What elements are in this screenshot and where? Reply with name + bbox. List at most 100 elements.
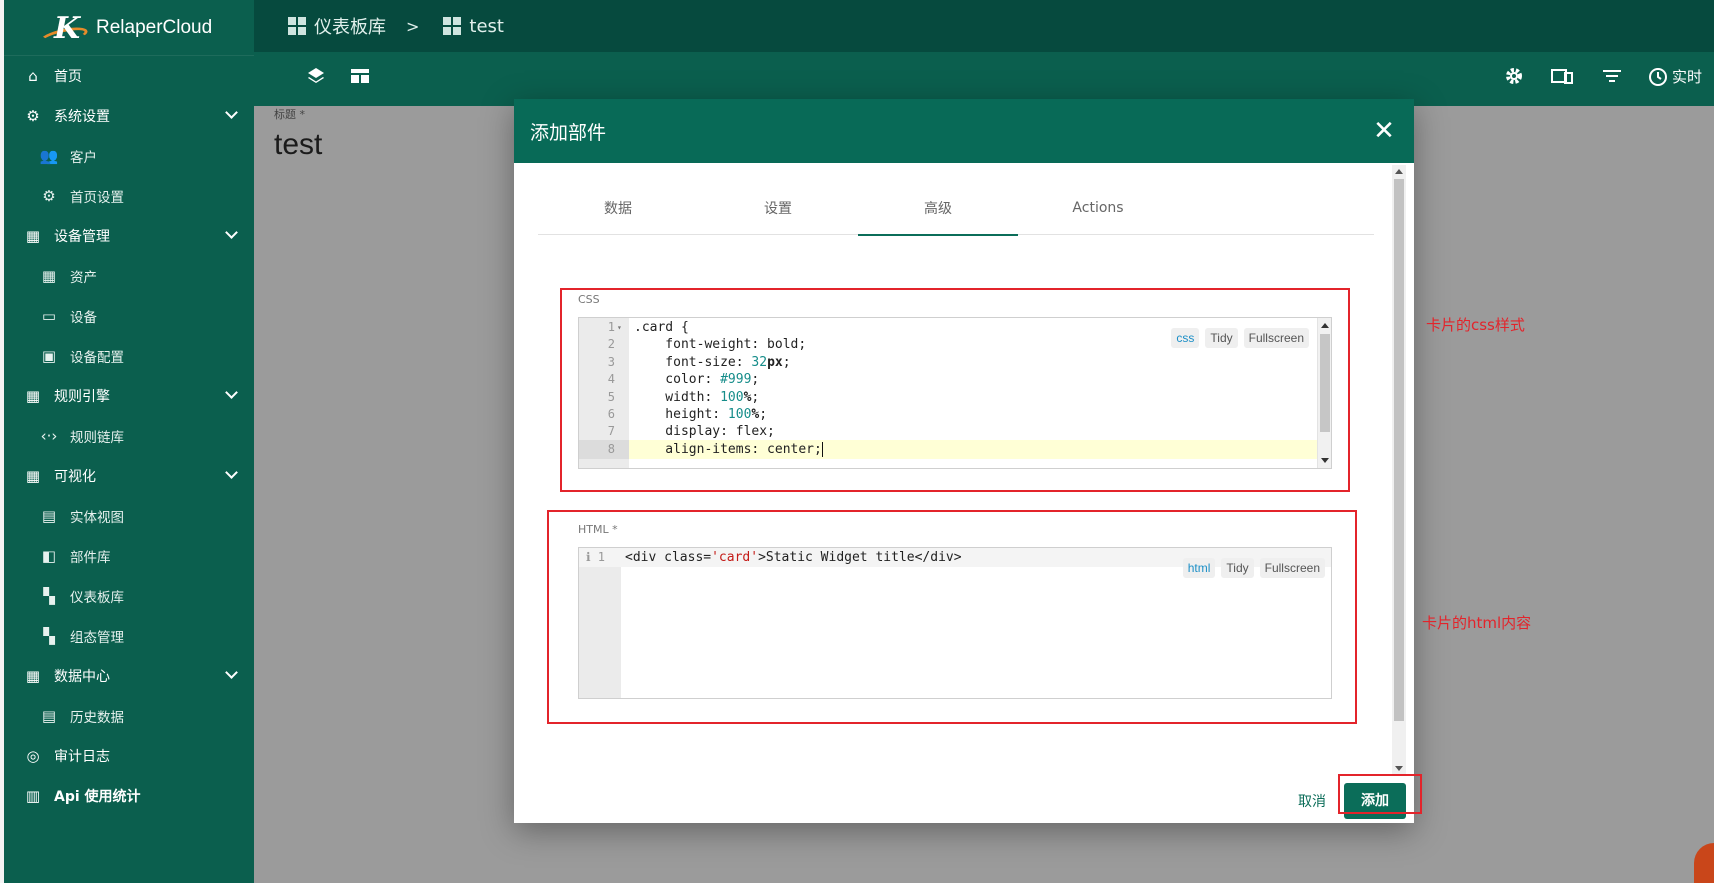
building-icon: ▦ [25, 387, 41, 405]
sidebar-item[interactable]: ▦ 规则引擎 [4, 376, 254, 416]
tab[interactable]: 数据 [538, 181, 698, 235]
breadcrumb-root[interactable]: 仪表板库 [314, 13, 386, 39]
sidebar-item[interactable]: ▣ 设备配置 [4, 336, 254, 376]
sidebar-item[interactable]: ▦ 资产 [4, 256, 254, 296]
cancel-button[interactable]: 取消 [1284, 785, 1340, 819]
sidebar-item-label: 仪表板库 [70, 590, 124, 606]
dashboard-title: test [274, 128, 323, 161]
tab[interactable]: Actions [1018, 181, 1178, 235]
top-bar: 仪表板库 > test 实时 [254, 0, 1714, 106]
dialog-tabs: 数据 设置 高级 Actions [538, 181, 1374, 236]
settings-box-icon: ⚙ [42, 187, 56, 205]
logo-icon: K [39, 9, 90, 48]
sidebar-item-label: 可视化 [54, 469, 96, 485]
dashboard-icon: ▚ [43, 587, 55, 605]
sidebar-item-label: 客户 [70, 150, 97, 166]
sidebar-item[interactable]: ▭ 设备 [4, 296, 254, 336]
chevron-down-icon[interactable] [225, 466, 238, 479]
view-icon: ▤ [41, 507, 57, 525]
sidebar-item-label: 设备配置 [70, 350, 124, 366]
dashboard-toolbar: 实时 [254, 52, 1714, 106]
sidebar-item-label: 首页 [54, 69, 82, 85]
close-icon[interactable]: ✕ [1368, 115, 1400, 147]
app-logo[interactable]: K RelaperCloud [0, 0, 254, 56]
chevron-down-icon[interactable] [225, 386, 238, 399]
sidebar-item-label: 规则链库 [70, 430, 124, 446]
filter-icon[interactable] [1602, 66, 1622, 91]
html-annotation: 卡片的html内容 [1422, 614, 1532, 632]
sidebar-item[interactable]: ◎ 审计日志 [4, 736, 254, 776]
dialog-header: 添加部件 ✕ [514, 99, 1414, 163]
sidebar-item-label: 组态管理 [70, 630, 124, 646]
sidebar-item-label: 审计日志 [54, 749, 110, 765]
gear-icon: ⚙ [26, 107, 40, 125]
dialog-title: 添加部件 [530, 121, 607, 144]
app-name: RelaperCloud [96, 16, 213, 38]
users-icon: 👥 [39, 147, 59, 165]
layout-icon[interactable] [350, 66, 370, 91]
css-highlight-box [560, 288, 1350, 492]
sidebar: K RelaperCloud ⌂ 首页 ⚙ 系统设置 👥 客户 ⚙ 首页设置 ▦ 设备管理 ▦ 资产 ▭… [0, 0, 254, 883]
sidebar-item[interactable]: ▦ 数据中心 [4, 656, 254, 696]
sidebar-item-label: 部件库 [70, 550, 111, 566]
devices-icon[interactable] [1551, 66, 1573, 91]
code-icon: ‹·› [40, 427, 58, 445]
sidebar-item[interactable]: ‹·› 规则链库 [4, 416, 254, 456]
breadcrumb-separator: > [406, 16, 420, 36]
sidebar-item[interactable]: ▚ 组态管理 [4, 616, 254, 656]
sidebar-item-label: 资产 [70, 270, 97, 286]
css-annotation: 卡片的css样式 [1426, 316, 1525, 334]
track-icon: ◎ [26, 747, 40, 765]
tab[interactable]: 高级 [858, 181, 1018, 236]
realtime-button[interactable]: 实时 [1648, 66, 1702, 87]
sidebar-item[interactable]: ▚ 仪表板库 [4, 576, 254, 616]
sidebar-item[interactable]: ⚙ 首页设置 [4, 176, 254, 216]
building-icon: ▦ [25, 667, 41, 685]
sidebar-item[interactable]: ▤ 历史数据 [4, 696, 254, 736]
sidebar-item[interactable]: ▦ 可视化 [4, 456, 254, 496]
building-icon: ▦ [25, 227, 41, 245]
home-icon: ⌂ [28, 67, 38, 85]
html-highlight-box [547, 510, 1357, 724]
sidebar-item[interactable]: ▥ Api 使用统计 [4, 776, 254, 816]
sidebar-item[interactable]: 👥 客户 [4, 136, 254, 176]
widgets-icon: ◧ [41, 547, 57, 565]
breadcrumb-current: test [469, 15, 504, 37]
sidebar-item-label: 设备 [70, 310, 97, 326]
sidebar-item-label: 数据中心 [54, 669, 110, 685]
dialog-scrollbar[interactable] [1392, 165, 1406, 775]
sidebar-item-label: 首页设置 [70, 190, 124, 206]
realtime-label: 实时 [1672, 68, 1703, 86]
sidebar-edge [0, 0, 4, 883]
devices-icon: ▭ [41, 307, 57, 325]
sidebar-menu: ⌂ 首页 ⚙ 系统设置 👥 客户 ⚙ 首页设置 ▦ 设备管理 ▦ 资产 ▭ 设备 ▣ 设备配置 ▦ 规则引擎 ‹·›… [4, 56, 254, 816]
dashboard-icon: ▚ [43, 627, 55, 645]
sidebar-item[interactable]: ▤ 实体视图 [4, 496, 254, 536]
clock-icon [1649, 67, 1667, 86]
add-highlight-box [1338, 774, 1422, 814]
chevron-down-icon[interactable] [225, 106, 238, 119]
sidebar-item[interactable]: ⌂ 首页 [4, 56, 254, 96]
sidebar-item-label: Api 使用统计 [54, 789, 141, 805]
sidebar-item-label: 设备管理 [54, 229, 110, 245]
breadcrumb: 仪表板库 > test [254, 0, 1714, 52]
sidebar-item-label: 实体视图 [70, 510, 124, 526]
tab[interactable]: 设置 [698, 181, 858, 235]
sidebar-item[interactable]: ⚙ 系统设置 [4, 96, 254, 136]
sidebar-item[interactable]: ▦ 设备管理 [4, 216, 254, 256]
gear-icon[interactable] [1504, 66, 1524, 91]
layers-icon[interactable] [306, 66, 326, 91]
sidebar-item-label: 历史数据 [70, 710, 124, 726]
view-icon: ▤ [41, 707, 57, 725]
chart-icon: ▥ [25, 787, 41, 805]
dashboard-icon [288, 17, 306, 35]
building-icon: ▦ [41, 267, 57, 285]
chevron-down-icon[interactable] [225, 666, 238, 679]
chevron-down-icon[interactable] [225, 226, 238, 239]
sidebar-item[interactable]: ◧ 部件库 [4, 536, 254, 576]
dashboard-icon [443, 17, 462, 35]
device-profile-icon: ▣ [41, 347, 57, 365]
sidebar-item-label: 系统设置 [54, 109, 110, 125]
sidebar-item-label: 规则引擎 [54, 389, 110, 405]
fab-button[interactable] [1694, 843, 1714, 883]
